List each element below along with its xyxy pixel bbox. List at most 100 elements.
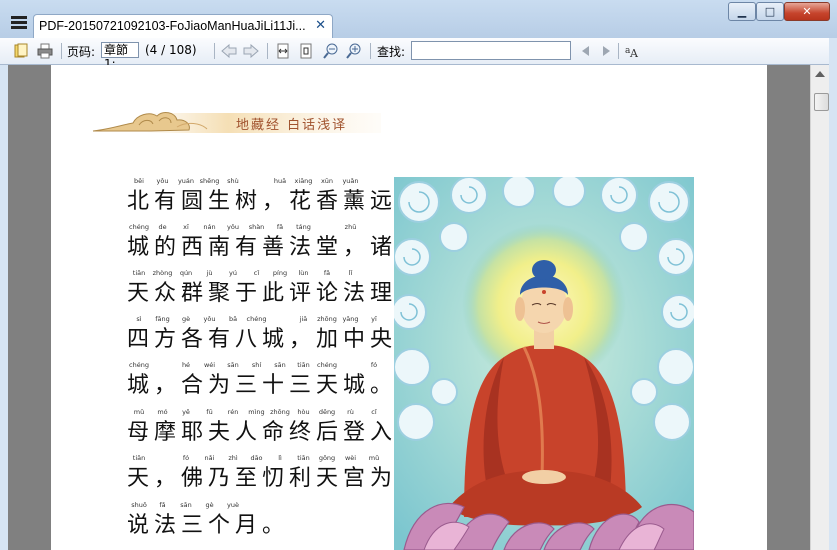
maximize-button[interactable]: □ (756, 2, 784, 21)
text-line: shuō fǎ sān gè yuè 说法三个月。 (127, 501, 387, 539)
pinyin-syllable: fāng (155, 315, 170, 323)
pinyin-syllable: fó (182, 454, 190, 462)
pinyin-syllable: fǎ (159, 501, 166, 509)
vertical-scrollbar[interactable] (810, 65, 830, 550)
open-icon[interactable] (12, 42, 30, 60)
scroll-thumb[interactable] (814, 93, 829, 111)
pinyin-syllable: tiān (297, 454, 310, 462)
text-line: chéng hé wéi sān shí sān tiān chéng fó 城，合为三十三天城。… (127, 361, 425, 399)
pinyin-syllable: shí (251, 361, 262, 369)
pinyin-syllable: hòu (297, 408, 310, 416)
toolbar-separator (370, 43, 371, 59)
pinyin-syllable: mìng (248, 408, 265, 416)
pinyin-syllable: chéng (129, 223, 149, 231)
pinyin-syllable: yǒu (156, 177, 169, 185)
chinese-text: 城的西南有善法堂，诸 (127, 235, 398, 260)
pinyin-syllable: shàn (248, 223, 265, 231)
pinyin-syllable: mó (157, 408, 168, 416)
title-bar: PDF-20150721092103-FoJiaoManHuaJiLi11Ji.… (0, 0, 837, 39)
pinyin-syllable: yǒu (227, 223, 239, 231)
toolbar: 页码: 章節1: (4 / 108) 查找: aA (0, 38, 837, 71)
zoom-out-icon[interactable] (322, 42, 340, 60)
chinese-text: 四方各有八城，加中央一 (127, 327, 425, 352)
pinyin-syllable: huā (273, 177, 287, 185)
pinyin-syllable: chéng (129, 361, 149, 369)
pinyin-syllable: chéng (246, 315, 267, 323)
pinyin-row: mǔ mó yē fū rén mìng zhōng hòu dēng rù cǐ (127, 408, 387, 420)
toolbar-separator (214, 43, 215, 59)
pinyin-syllable: wèi (344, 454, 357, 462)
pinyin-syllable: shù (227, 177, 239, 185)
pinyin-syllable: píng (272, 269, 288, 277)
pinyin-syllable: gè (181, 315, 191, 323)
print-icon[interactable] (36, 42, 54, 60)
fit-page-icon[interactable] (297, 42, 315, 60)
pinyin-syllable: tiān (297, 361, 310, 369)
svg-text:A: A (629, 47, 639, 59)
pinyin-syllable: yāng (342, 315, 359, 323)
pinyin-syllable: wéi (203, 361, 216, 369)
zoom-in-icon[interactable] (345, 42, 363, 60)
find-next-icon[interactable] (600, 42, 614, 60)
pinyin-syllable: zhōng (317, 315, 337, 323)
page-count: (4 / 108) (145, 43, 197, 57)
tab-close-icon[interactable]: ✕ (315, 18, 326, 33)
chinese-text: 说法三个月。 (127, 513, 290, 538)
pinyin-syllable: mǔ (133, 408, 145, 416)
document-tab[interactable]: PDF-20150721092103-FoJiaoManHuaJiLi11Ji.… (33, 14, 333, 39)
window-frame (829, 38, 837, 550)
pinyin-syllable: yuǎn (342, 177, 359, 185)
scroll-up-icon[interactable] (815, 71, 825, 77)
find-prev-icon[interactable] (578, 42, 592, 60)
page-input[interactable]: 章節1: (101, 42, 139, 71)
minimize-button[interactable]: ▁ (728, 2, 756, 21)
pinyin-row: běi yǒu yuán shēng shù huā xiāng xūn yuǎn (127, 177, 387, 189)
page-label: 页码: (67, 45, 96, 59)
fit-width-icon[interactable] (274, 42, 292, 60)
pinyin-syllable: lùn (298, 269, 309, 277)
chinese-text: 母摩耶夫人命终后登入此 (127, 420, 425, 445)
pinyin-syllable: sān (227, 361, 239, 369)
pinyin-syllable: rù (347, 408, 354, 416)
next-page-icon[interactable] (242, 42, 260, 60)
pinyin-syllable: cǐ (253, 269, 260, 277)
tab-title: PDF-20150721092103-FoJiaoManHuaJiLi11Ji.… (39, 19, 306, 33)
minimize-icon: ▁ (737, 5, 747, 18)
pinyin-syllable: tiān (132, 454, 146, 462)
window-close-button[interactable]: ✕ (784, 2, 830, 21)
pinyin-syllable: bā (228, 315, 238, 323)
find-input[interactable] (411, 41, 571, 60)
pinyin-syllable: nǎi (204, 454, 215, 462)
toolbar-separator (618, 43, 619, 59)
pinyin-syllable: fǎ (276, 223, 284, 231)
document-viewport[interactable]: 地藏经 白话浅译 běi yǒu yuán shēng shù huā xiāng xūn yu… (8, 65, 810, 550)
find-label: 查找: (377, 45, 406, 59)
pinyin-row: chéng hé wéi sān shí sān tiān chéng fó (127, 361, 387, 373)
pinyin-syllable: sān (180, 501, 192, 509)
prev-page-icon[interactable] (220, 42, 238, 60)
pinyin-syllable: yǒu (203, 315, 216, 323)
banner-title: 地藏经 白话浅译 (236, 118, 348, 133)
pinyin-syllable: jù (206, 269, 213, 277)
pinyin-syllable: yē (182, 408, 190, 416)
pinyin-row: tiān zhòng qún jù yú cǐ píng lùn fǎ lǐ (127, 269, 387, 281)
chinese-text: 城，合为三十三天城。佛 (127, 373, 425, 398)
pinyin-syllable: fǎ (323, 269, 331, 277)
font-size-icon[interactable]: aA (623, 42, 641, 60)
chinese-text: 天众群聚于此评论法理。 (127, 281, 425, 306)
pinyin-row: sì fāng gè yǒu bā chéng jiā zhōng yāng yī (127, 315, 387, 327)
chapter-banner: 地藏经 白话浅译 (91, 107, 381, 137)
toolbar-separator (61, 43, 62, 59)
pinyin-syllable: xī (183, 223, 189, 231)
buddha-illustration (394, 177, 694, 550)
pinyin-syllable: yuán (177, 177, 195, 185)
text-line: mǔ mó yē fū rén mìng zhōng hòu dēng rù cǐ 母摩耶夫人命终后登… (127, 408, 425, 446)
pinyin-syllable: nán (203, 223, 216, 231)
pdf-page: 地藏经 白话浅译 běi yǒu yuán shēng shù huā xiāng xūn yu… (51, 65, 767, 550)
pinyin-syllable: zhì (228, 454, 238, 462)
pinyin-syllable: jiā (299, 315, 308, 323)
menu-icon[interactable] (11, 16, 27, 30)
pinyin-syllable: gōng (318, 454, 336, 462)
pinyin-row: chéng de xī nán yǒu shàn fǎ táng zhū (127, 223, 387, 235)
pinyin-syllable: yú (229, 269, 237, 277)
